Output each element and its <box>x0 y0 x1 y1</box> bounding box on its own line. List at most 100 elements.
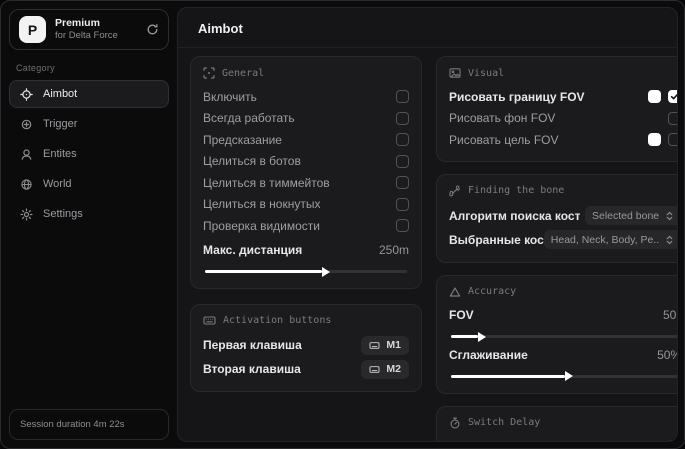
toggle-row: Целиться в нокнутых <box>203 194 409 216</box>
checkbox[interactable] <box>396 154 409 168</box>
checkbox[interactable] <box>668 111 677 125</box>
sidebar-item-trigger[interactable]: Trigger <box>9 110 169 138</box>
entities-icon <box>20 148 33 161</box>
app-window: P Premium for Delta Force Category Aimbo… <box>0 0 685 449</box>
toggle-label: Проверка видимости <box>203 218 320 233</box>
toggle-label: Включить <box>203 89 257 104</box>
color-swatch[interactable] <box>648 133 662 147</box>
brand-subtitle: for Delta Force <box>55 30 118 42</box>
sidebar-item-aimbot[interactable]: Aimbot <box>9 80 169 108</box>
image-icon <box>449 67 461 79</box>
slider-value: 50° <box>662 308 677 323</box>
panel-title: Activation buttons <box>223 315 332 326</box>
crosshair-icon <box>20 87 33 101</box>
keyboard-icon <box>369 365 380 374</box>
unfold-icon <box>665 211 674 221</box>
unfold-icon <box>665 235 674 245</box>
stopwatch-icon <box>449 417 461 429</box>
selected-bones-select[interactable]: Head, Neck, Body, Pe.. <box>543 230 677 249</box>
toggle-row: Включить <box>203 86 409 108</box>
bone-algorithm-select[interactable]: Selected bone <box>585 206 677 225</box>
bone-icon <box>449 185 461 197</box>
slider-label: FOV <box>449 308 474 323</box>
brand-card: P Premium for Delta Force <box>9 9 169 50</box>
toggle-row: Целиться в тиммейтов <box>203 172 409 194</box>
slider-row: FOV 50° <box>449 305 677 327</box>
sidebar-item-world[interactable]: World <box>9 170 169 198</box>
visual-label: Рисовать фон FOV <box>449 111 556 126</box>
checkbox[interactable] <box>396 197 409 211</box>
toggle-label: Целиться в ботов <box>203 154 301 169</box>
keybind-value: M2 <box>386 363 401 375</box>
toggle-row: Предсказание <box>203 129 409 151</box>
panel-accuracy: Accuracy FOV 50° Сглаживание 50% <box>436 274 677 394</box>
checkbox-checked[interactable] <box>668 90 677 104</box>
globe-icon <box>20 178 33 191</box>
toggle-label: Целиться в нокнутых <box>203 197 321 212</box>
toggle-row: Проверка видимости <box>203 215 409 237</box>
slider-label: Сглаживание <box>449 347 528 362</box>
refresh-icon[interactable] <box>146 23 159 36</box>
keybind-row: Вторая клавиша M2 <box>203 357 409 381</box>
sidebar-item-settings[interactable]: Settings <box>9 200 169 228</box>
sidebar-item-label: World <box>43 178 72 190</box>
sidebar-item-label: Entites <box>43 148 77 160</box>
panel-general: General Включить Всегда работать Предска… <box>190 56 422 289</box>
checkbox[interactable] <box>668 439 677 441</box>
keybind-row: Первая клавиша M1 <box>203 333 409 357</box>
bone-label: Алгоритм поиска кост <box>449 208 581 223</box>
session-duration: Session duration 4m 22s <box>9 409 169 440</box>
smoothing-slider[interactable] <box>451 371 677 381</box>
slider-value: 50% <box>657 347 677 362</box>
brand-title: Premium <box>55 17 100 29</box>
panel-title: Switch Delay <box>468 417 541 428</box>
keybind-button[interactable]: M2 <box>361 359 409 379</box>
visual-label: Рисовать цель FOV <box>449 132 559 147</box>
checkbox[interactable] <box>396 176 409 190</box>
scan-target-icon <box>203 67 215 79</box>
toggle-row: Всегда работать <box>203 108 409 130</box>
keybind-label: Вторая клавиша <box>203 362 301 376</box>
sidebar-item-entites[interactable]: Entites <box>9 140 169 168</box>
panel-title: Finding the bone <box>468 185 565 196</box>
panel-activation-buttons: Activation buttons Первая клавиша M1 Вто… <box>190 304 422 392</box>
panel-title: Accuracy <box>468 286 517 297</box>
checkbox[interactable] <box>396 133 409 147</box>
sidebar-item-label: Settings <box>43 208 83 220</box>
checkbox[interactable] <box>396 111 409 125</box>
triangle-icon <box>449 286 461 298</box>
toggle-label: Задержка переключения <box>449 439 587 441</box>
panel-title: Visual <box>468 67 505 79</box>
brand-logo: P <box>19 16 46 43</box>
bone-row: Выбранные кос Head, Neck, Body, Pe.. <box>449 228 677 252</box>
slider-label: Макс. дистанция <box>203 243 303 258</box>
sidebar-item-label: Trigger <box>43 118 78 130</box>
keybind-label: Первая клавиша <box>203 338 302 352</box>
slider-row: Сглаживание 50% <box>449 344 677 366</box>
color-swatch[interactable] <box>648 90 662 104</box>
panel-title: General <box>222 67 265 79</box>
fov-slider[interactable] <box>451 331 677 342</box>
category-label: Category <box>16 63 55 73</box>
gear-icon <box>20 207 33 221</box>
keyboard-icon <box>203 315 216 326</box>
sidebar: P Premium for Delta Force Category Aimbo… <box>1 1 177 448</box>
checkbox[interactable] <box>396 90 409 104</box>
visual-row: Рисовать границу FOV <box>449 86 677 108</box>
bone-row: Алгоритм поиска кост Selected bone <box>449 204 677 228</box>
toggle-row: Целиться в ботов <box>203 151 409 173</box>
page-title: Aimbot <box>178 8 677 48</box>
checkbox[interactable] <box>668 133 677 147</box>
select-value: Selected bone <box>592 209 660 222</box>
visual-label: Рисовать границу FOV <box>449 89 585 104</box>
toggle-label: Целиться в тиммейтов <box>203 175 330 190</box>
select-value: Head, Neck, Body, Pe.. <box>550 233 660 246</box>
panel-visual: Visual Рисовать границу FOV Рисовать фон… <box>436 56 677 162</box>
keybind-button[interactable]: M1 <box>361 335 409 355</box>
main-panel: Aimbot General Включить Всегда работать … <box>177 7 678 442</box>
bone-label: Выбранные кос <box>449 232 544 247</box>
checkbox[interactable] <box>396 219 409 233</box>
keyboard-icon <box>369 341 380 350</box>
max-distance-slider[interactable] <box>205 266 407 277</box>
trigger-icon <box>20 118 33 131</box>
